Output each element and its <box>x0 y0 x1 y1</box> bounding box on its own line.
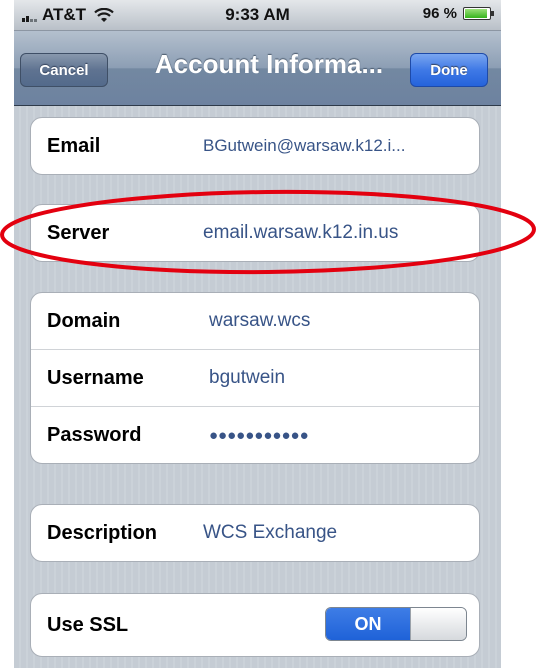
email-label: Email <box>47 134 101 157</box>
description-label: Description <box>47 521 158 544</box>
server-row[interactable]: Server email.warsaw.k12.in.us <box>31 205 479 261</box>
ssl-toggle-knob[interactable] <box>410 608 466 640</box>
status-bar: AT&T 9:33 AM 96 % <box>14 0 501 31</box>
credentials-group: Domain warsaw.wcs Username bgutwein Pass… <box>30 292 480 464</box>
ssl-row: Use SSL ON <box>31 594 479 656</box>
phone-screen: AT&T 9:33 AM 96 % Cancel Account Informa… <box>14 0 501 668</box>
password-label: Password <box>47 423 142 446</box>
domain-label: Domain <box>47 309 121 332</box>
password-field[interactable]: ●●●●●●●●●●● <box>209 427 309 444</box>
description-field[interactable]: WCS Exchange <box>203 522 337 544</box>
password-row[interactable]: Password ●●●●●●●●●●● <box>31 406 479 463</box>
domain-row[interactable]: Domain warsaw.wcs <box>31 293 479 349</box>
battery-icon <box>463 7 494 20</box>
domain-field[interactable]: warsaw.wcs <box>209 310 310 332</box>
description-row[interactable]: Description WCS Exchange <box>31 505 479 561</box>
ssl-toggle[interactable]: ON <box>325 607 467 641</box>
cancel-button[interactable]: Cancel <box>20 53 108 87</box>
email-group: Email BGutwein@warsaw.k12.i... <box>30 117 480 175</box>
email-row[interactable]: Email BGutwein@warsaw.k12.i... <box>31 118 479 174</box>
username-label: Username <box>47 366 144 389</box>
ssl-label: Use SSL <box>47 613 129 636</box>
battery-area: 96 % <box>422 5 494 22</box>
email-field[interactable]: BGutwein@warsaw.k12.i... <box>203 136 405 156</box>
ssl-toggle-on-label: ON <box>326 608 410 640</box>
page-title: Account Informa... <box>154 49 384 79</box>
server-field[interactable]: email.warsaw.k12.in.us <box>203 222 398 244</box>
navigation-bar: Cancel Account Informa... Done <box>14 31 501 106</box>
username-row[interactable]: Username bgutwein <box>31 349 479 406</box>
done-button[interactable]: Done <box>410 53 488 87</box>
description-group: Description WCS Exchange <box>30 504 480 562</box>
server-label: Server <box>47 221 110 244</box>
username-field[interactable]: bgutwein <box>209 367 285 389</box>
battery-percent: 96 % <box>422 5 457 22</box>
ssl-group: Use SSL ON <box>30 593 480 657</box>
server-group: Server email.warsaw.k12.in.us <box>30 204 480 262</box>
